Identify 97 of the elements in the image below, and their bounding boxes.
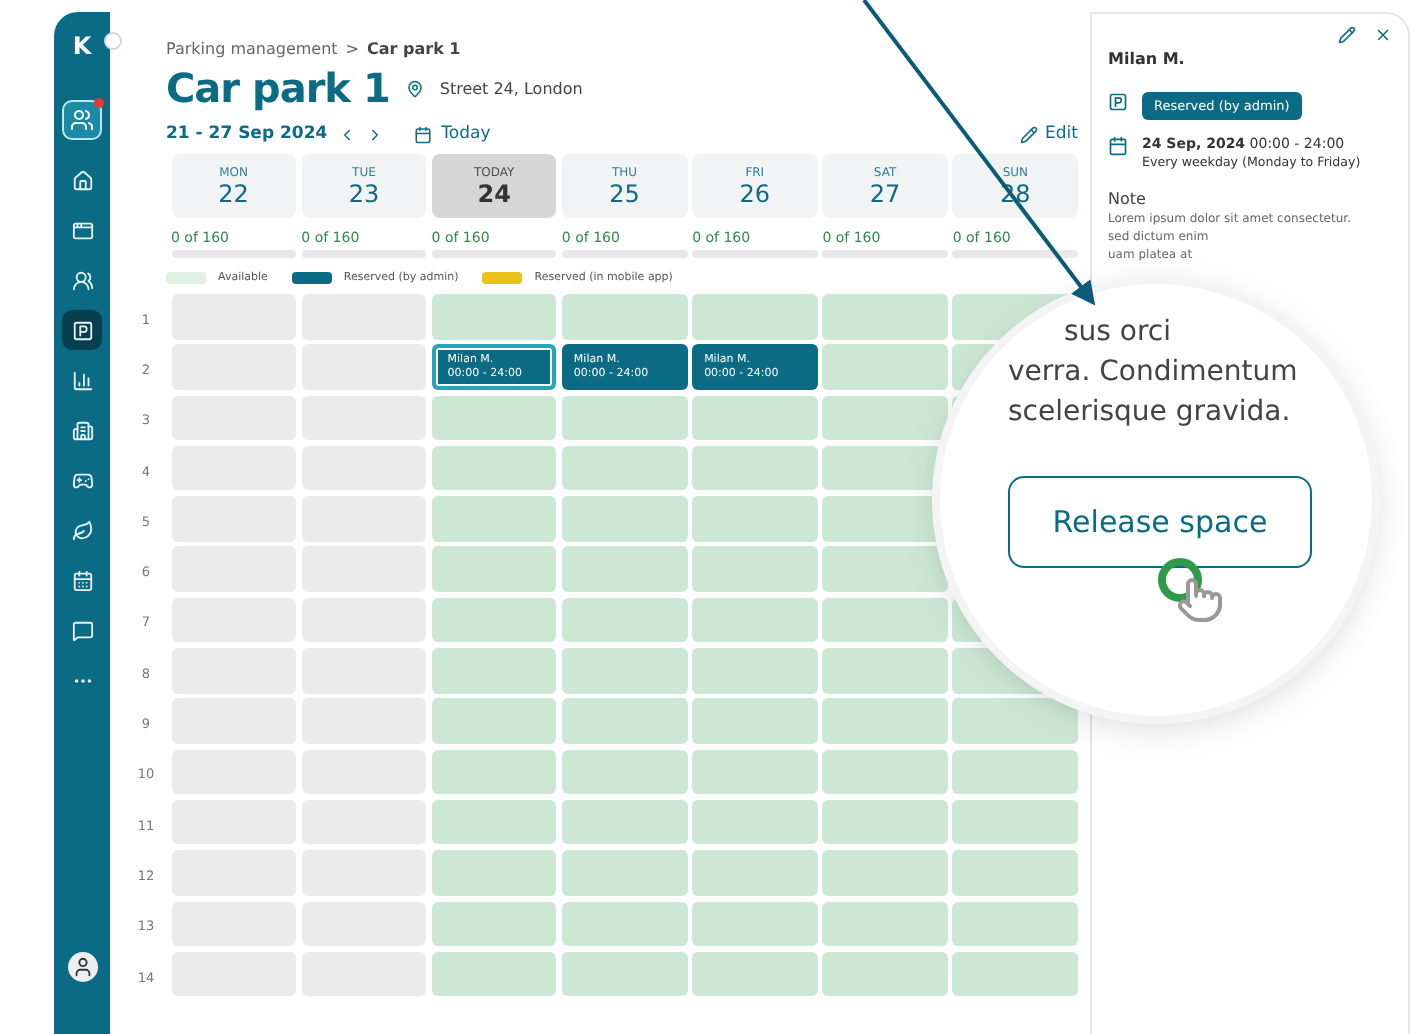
breadcrumb-link[interactable]: Parking management <box>166 40 338 58</box>
edit-button[interactable]: Edit <box>1019 124 1078 144</box>
parking-slot[interactable] <box>561 749 688 795</box>
pencil-icon <box>1019 125 1038 143</box>
parking-slot[interactable] <box>561 445 688 491</box>
app-logo: K <box>72 32 92 60</box>
pencil-icon <box>1338 26 1356 44</box>
parking-slot[interactable] <box>692 799 818 845</box>
parking-slot[interactable] <box>431 445 557 491</box>
parking-slot[interactable] <box>952 698 1078 744</box>
parking-slot[interactable] <box>431 850 557 896</box>
calendar-icon <box>413 125 432 143</box>
parking-slot[interactable] <box>561 395 688 441</box>
parking-slot[interactable] <box>822 344 948 390</box>
parking-slot[interactable] <box>692 951 818 997</box>
parking-slot[interactable] <box>692 901 818 947</box>
parking-slot[interactable] <box>692 749 818 795</box>
parking-slot[interactable] <box>561 597 688 643</box>
parking-slot[interactable] <box>692 496 818 542</box>
note-label: Note <box>1108 190 1148 208</box>
parking-slot[interactable] <box>431 395 557 441</box>
parking-slot[interactable] <box>822 901 948 947</box>
parking-slot[interactable] <box>561 951 688 997</box>
parking-slot[interactable] <box>822 698 948 744</box>
parking-slot[interactable] <box>561 901 688 947</box>
parking-slot[interactable] <box>561 698 688 744</box>
parking-slot[interactable] <box>431 294 557 339</box>
today-button[interactable]: Today <box>413 124 491 144</box>
user-avatar[interactable] <box>67 952 97 982</box>
location-pin-icon <box>405 79 424 97</box>
parking-slot[interactable] <box>952 799 1078 845</box>
parking-slot[interactable] <box>692 698 818 744</box>
parking-slot[interactable] <box>561 850 688 896</box>
parking-slot[interactable] <box>431 597 557 643</box>
release-space-button[interactable]: Release space <box>1008 476 1312 568</box>
parking-slot[interactable] <box>692 597 818 643</box>
parking-slot[interactable] <box>822 597 948 643</box>
parking-slot[interactable] <box>692 546 818 592</box>
parking-slot[interactable] <box>952 749 1078 795</box>
collapse-button[interactable] <box>104 32 122 50</box>
parking-slot[interactable] <box>692 294 818 339</box>
workspace-button[interactable] <box>62 100 102 140</box>
parking-slot[interactable] <box>561 799 688 845</box>
parking-slot[interactable] <box>822 395 948 441</box>
message-icon <box>71 619 93 641</box>
parking-slot[interactable] <box>822 648 948 694</box>
parking-slot[interactable] <box>431 698 557 744</box>
magnified-text: verra. Condimentum <box>1008 354 1300 392</box>
page-title: Car park 1 <box>166 64 390 112</box>
parking-slot[interactable] <box>822 749 948 795</box>
parking-slot[interactable] <box>431 951 557 997</box>
parking-slot[interactable] <box>952 901 1078 947</box>
gamepad-icon <box>71 469 93 491</box>
breadcrumb-current: Car park 1 <box>367 40 461 58</box>
calendar-icon <box>71 569 93 591</box>
parking-icon <box>71 319 93 341</box>
building-icon <box>71 419 93 441</box>
magnified-text: sus orci <box>1062 314 1174 352</box>
people-icon <box>70 108 94 132</box>
parking-slot[interactable] <box>692 850 818 896</box>
close-icon <box>1374 26 1392 44</box>
home-icon <box>71 169 93 191</box>
parking-slot[interactable] <box>692 445 818 491</box>
edit-icon-button[interactable] <box>1338 26 1356 44</box>
parking-slot[interactable] <box>692 648 818 694</box>
parking-icon <box>1108 92 1128 112</box>
parking-slot[interactable] <box>822 850 948 896</box>
parking-slot[interactable] <box>822 546 948 592</box>
parking-slot[interactable] <box>952 850 1078 896</box>
parking-slot[interactable] <box>431 648 557 694</box>
parking-slot[interactable] <box>561 496 688 542</box>
close-button[interactable] <box>1374 26 1392 44</box>
leaf-icon <box>71 519 93 541</box>
chart-icon <box>71 369 93 391</box>
parking-slot[interactable] <box>561 546 688 592</box>
parking-slot[interactable] <box>431 901 557 947</box>
parking-slot[interactable] <box>822 294 948 339</box>
date-range: 21 - 27 Sep 2024 <box>166 124 328 144</box>
parking-slot[interactable] <box>431 496 557 542</box>
parking-slot[interactable] <box>431 799 557 845</box>
parking-slot[interactable] <box>822 799 948 845</box>
parking-slot[interactable] <box>431 749 557 795</box>
parking-slot[interactable] <box>431 546 557 592</box>
parking-slot[interactable] <box>561 294 688 339</box>
sidebar-item[interactable] <box>62 310 102 350</box>
breadcrumb-separator: > <box>345 40 359 58</box>
magnified-text: scelerisque gravida. <box>1008 394 1293 432</box>
parking-slot[interactable] <box>692 395 818 441</box>
parking-slot[interactable] <box>952 951 1078 997</box>
parking-slot[interactable] <box>822 951 948 997</box>
location-text: Street 24, London <box>439 79 583 97</box>
reserver-name: Milan M. <box>1108 50 1187 68</box>
user-silhouette-icon <box>71 956 93 978</box>
window-icon <box>71 219 93 241</box>
users-icon <box>71 269 93 291</box>
calendar-icon <box>1108 136 1128 156</box>
parking-slot[interactable] <box>561 648 688 694</box>
